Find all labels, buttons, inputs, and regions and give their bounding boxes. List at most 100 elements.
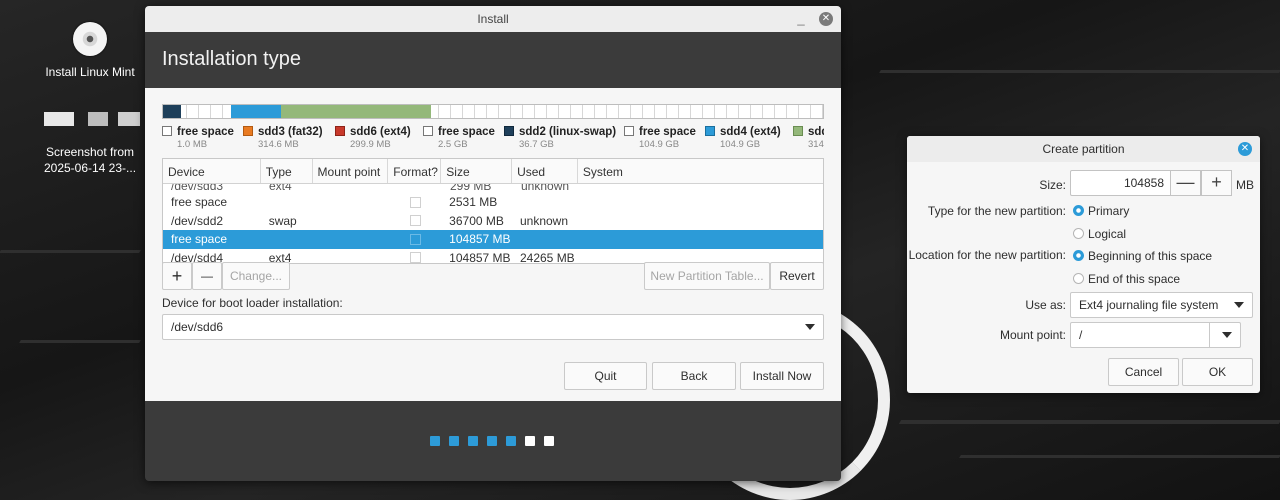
cell-format: [388, 252, 441, 263]
ok-button[interactable]: OK: [1182, 358, 1253, 386]
cell-type: swap: [268, 213, 297, 228]
close-icon[interactable]: ✕: [1238, 142, 1252, 156]
desktop-icon-screenshot[interactable]: Screenshot from 2025-06-14 23-...: [38, 108, 142, 176]
legend-item: sdd2 (linux-swap) 36.7 GB: [504, 124, 616, 150]
legend-item: sdd3 (fat32) 314.6 MB: [243, 124, 323, 150]
partition-table[interactable]: Device Type Mount point Format? Size Use…: [162, 158, 824, 264]
radio-selected-icon: [1073, 205, 1084, 216]
cell-device: free space: [171, 232, 228, 247]
add-partition-button[interactable]: +: [162, 262, 192, 290]
table-row[interactable]: /dev/sdd3 ext4 299 MB unknown: [163, 184, 823, 193]
create-partition-dialog: Create partition ✕ Size: 104858 — + MB T…: [907, 136, 1260, 393]
cell-size: 104857 MB: [449, 250, 511, 264]
cell-format: [388, 233, 441, 245]
minimize-icon[interactable]: _: [795, 6, 807, 32]
column-header[interactable]: Used: [512, 159, 578, 183]
use-as-select[interactable]: Ext4 journaling file system: [1070, 292, 1253, 318]
desktop-icon-label: Install Linux Mint: [45, 65, 135, 79]
progress-steps: [430, 436, 554, 446]
desktop-icon-install[interactable]: Install Linux Mint: [40, 22, 140, 80]
quit-button[interactable]: Quit: [564, 362, 647, 390]
column-header[interactable]: Type: [261, 159, 313, 183]
chevron-down-icon: [805, 324, 815, 330]
legend-swatch: [335, 126, 345, 136]
radio-unselected-icon: [1073, 273, 1084, 284]
cell-format: [388, 196, 441, 208]
size-label: Size:: [1039, 178, 1066, 192]
radio-beginning[interactable]: Beginning of this space: [1073, 249, 1212, 263]
desktop-icon-label: Screenshot from 2025-06-14 23-...: [43, 145, 137, 175]
partition-legend: free space 1.0 MB sdd3 (fat32) 314.6 MB …: [162, 124, 824, 150]
window-titlebar[interactable]: Install _ ✕: [145, 6, 841, 32]
disc-icon: [73, 22, 107, 56]
progress-step-done: [506, 436, 516, 446]
dialog-titlebar[interactable]: Create partition ✕: [907, 136, 1260, 162]
column-header[interactable]: Device: [163, 159, 261, 183]
partition-segment: [281, 105, 431, 118]
progress-step-done: [487, 436, 497, 446]
revert-button[interactable]: Revert: [770, 262, 824, 290]
mount-point-input[interactable]: /: [1070, 322, 1241, 348]
wallpaper-streak: [959, 455, 1280, 458]
cell-size: 2531 MB: [449, 195, 498, 210]
wallpaper-streak: [0, 250, 141, 253]
column-header[interactable]: System: [578, 159, 823, 183]
legend-item: sdd 314: [793, 124, 824, 150]
close-icon[interactable]: ✕: [819, 12, 833, 26]
format-checkbox[interactable]: [410, 252, 422, 263]
size-input[interactable]: 104858: [1070, 170, 1177, 196]
size-unit: MB: [1236, 178, 1254, 192]
format-checkbox[interactable]: [410, 196, 422, 208]
decrease-size-button[interactable]: —: [1170, 170, 1201, 196]
column-header[interactable]: Size: [441, 159, 513, 183]
format-checkbox[interactable]: [410, 215, 422, 227]
mount-point-label: Mount point:: [999, 328, 1066, 342]
format-checkbox[interactable]: [410, 233, 422, 245]
cancel-button[interactable]: Cancel: [1108, 358, 1179, 386]
radio-selected-icon: [1073, 250, 1084, 261]
new-partition-table-button[interactable]: New Partition Table...: [644, 262, 770, 290]
change-partition-button[interactable]: Change...: [222, 262, 290, 290]
progress-step-done: [468, 436, 478, 446]
install-now-button[interactable]: Install Now: [740, 362, 824, 390]
legend-swatch: [162, 126, 172, 136]
cell-size: 104857 MB: [449, 232, 511, 247]
table-row[interactable]: free space 2531 MB: [163, 193, 823, 212]
cell-format: [388, 215, 441, 227]
cell-device: /dev/sdd2: [171, 213, 224, 228]
chevron-down-icon[interactable]: [1222, 332, 1232, 338]
legend-swatch: [504, 126, 514, 136]
legend-swatch: [243, 126, 253, 136]
dialog-title: Create partition: [1042, 142, 1125, 156]
table-row[interactable]: /dev/sdd2 swap 36700 MB unknown: [163, 212, 823, 231]
column-header[interactable]: Mount point: [313, 159, 389, 183]
radio-end[interactable]: End of this space: [1073, 272, 1180, 286]
legend-item: sdd4 (ext4) 104.9 GB: [705, 124, 781, 150]
cell-used: 24265 MB: [519, 250, 575, 264]
legend-item: sdd6 (ext4) 299.9 MB: [335, 124, 411, 150]
radio-logical[interactable]: Logical: [1073, 227, 1126, 241]
increase-size-button[interactable]: +: [1201, 170, 1232, 196]
wallpaper-streak: [879, 70, 1280, 73]
cell-device: free space: [171, 195, 228, 210]
partition-segment: [163, 105, 181, 118]
column-header[interactable]: Format?: [388, 159, 442, 183]
installation-type-panel: free space 1.0 MB sdd3 (fat32) 314.6 MB …: [145, 88, 841, 401]
partition-location-label: Location for the new partition:: [908, 248, 1066, 262]
boot-loader-label: Device for boot loader installation:: [162, 296, 343, 310]
wallpaper-streak: [19, 340, 141, 343]
back-button[interactable]: Back: [652, 362, 736, 390]
use-as-label: Use as:: [1025, 298, 1066, 312]
table-row-selected[interactable]: free space 104857 MB: [163, 230, 823, 249]
radio-unselected-icon: [1073, 228, 1084, 239]
wallpaper-streak: [898, 420, 1280, 424]
remove-partition-button[interactable]: —: [192, 262, 222, 290]
legend-item: free space 1.0 MB: [162, 124, 234, 150]
window-title: Install: [477, 12, 509, 26]
boot-loader-select[interactable]: /dev/sdd6: [162, 314, 824, 340]
progress-step-done: [430, 436, 440, 446]
radio-primary[interactable]: Primary: [1073, 204, 1129, 218]
partition-type-label: Type for the new partition:: [927, 204, 1066, 218]
boot-loader-value: /dev/sdd6: [171, 320, 224, 334]
progress-step-pending: [525, 436, 535, 446]
